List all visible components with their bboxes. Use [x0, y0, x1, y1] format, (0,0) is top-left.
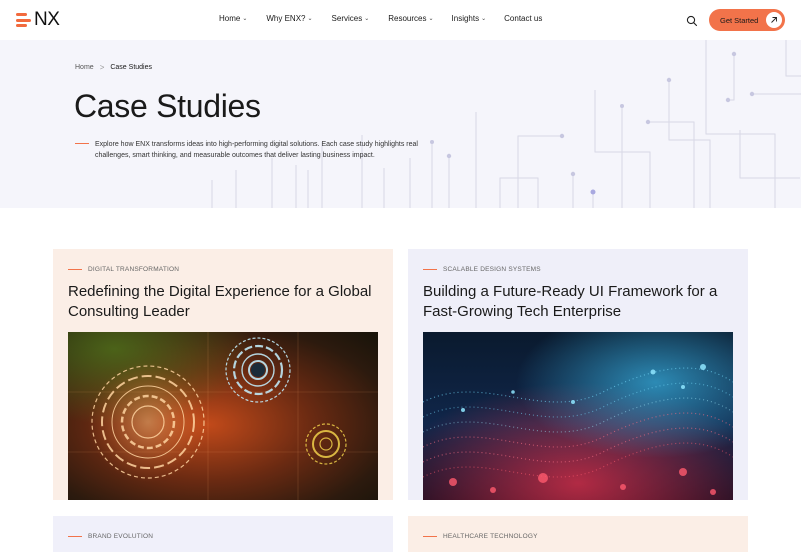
hero-intro-text: Explore how ENX transforms ideas into hi… — [95, 141, 418, 159]
nav-why-enx[interactable]: Why ENX? ⌄ — [266, 14, 312, 23]
tag-dash — [423, 536, 437, 537]
card-title[interactable]: Building a Future-Ready UI Framework for… — [423, 282, 738, 322]
breadcrumb-home-link[interactable]: Home — [75, 64, 94, 71]
case-study-card[interactable]: HEALTHCARE TECHNOLOGY — [408, 516, 748, 552]
breadcrumb: Home > Case Studies — [75, 63, 152, 72]
card-tag: SCALABLE DESIGN SYSTEMS — [423, 266, 541, 273]
card-image-digital-rings[interactable] — [68, 332, 378, 500]
chevron-down-icon: ⌄ — [364, 16, 370, 22]
chevron-down-icon: ⌄ — [307, 16, 313, 22]
tag-dash — [68, 536, 82, 537]
page-title: Case Studies — [74, 88, 261, 124]
card-tag-label: BRAND EVOLUTION — [88, 533, 154, 540]
nav-services-label: Services — [331, 14, 363, 23]
hero-section: Home > Case Studies Case Studies Explore… — [0, 40, 801, 208]
nav-home[interactable]: Home ⌄ — [219, 14, 247, 23]
nav-contact-us-label: Contact us — [504, 14, 543, 23]
card-tag: HEALTHCARE TECHNOLOGY — [423, 533, 538, 540]
enx-logo[interactable]: NX — [16, 9, 60, 30]
logo-text: NX — [34, 9, 60, 30]
chevron-down-icon: ⌄ — [428, 16, 434, 22]
case-study-card[interactable]: SCALABLE DESIGN SYSTEMS Building a Futur… — [408, 249, 748, 500]
breadcrumb-current: Case Studies — [110, 64, 152, 71]
chevron-down-icon: ⌄ — [242, 16, 248, 22]
nav-resources[interactable]: Resources ⌄ — [388, 14, 433, 23]
nav-home-label: Home — [219, 14, 241, 23]
card-tag: DIGITAL TRANSFORMATION — [68, 266, 179, 273]
nav-services[interactable]: Services ⌄ — [332, 14, 370, 23]
case-study-card[interactable]: DIGITAL TRANSFORMATION Redefining the Di… — [53, 249, 393, 500]
logo-mark-icon — [16, 11, 32, 29]
nav-resources-label: Resources — [388, 14, 427, 23]
nav-insights-label: Insights — [451, 14, 480, 23]
card-tag: BRAND EVOLUTION — [68, 533, 153, 540]
card-tag-label: HEALTHCARE TECHNOLOGY — [443, 533, 538, 540]
nav-why-enx-label: Why ENX? — [266, 14, 306, 23]
case-study-card[interactable]: BRAND EVOLUTION — [53, 516, 393, 552]
main-nav: Home ⌄ Why ENX? ⌄ Services ⌄ Resources ⌄ Ins… — [219, 14, 542, 23]
chevron-down-icon: ⌄ — [481, 16, 487, 22]
nav-insights[interactable]: Insights ⌄ — [452, 14, 487, 23]
card-tag-label: SCALABLE DESIGN SYSTEMS — [443, 266, 541, 273]
card-image-particle-wave[interactable] — [423, 332, 733, 500]
tag-dash — [68, 269, 82, 270]
nav-contact-us[interactable]: Contact us — [504, 14, 542, 23]
get-started-button[interactable]: Get Started — [709, 9, 785, 31]
search-icon — [686, 15, 698, 27]
search-button[interactable] — [686, 14, 698, 27]
get-started-label: Get Started — [720, 15, 759, 25]
arrow-up-right-icon — [766, 12, 782, 28]
intro-accent-dash — [75, 143, 89, 144]
card-tag-label: DIGITAL TRANSFORMATION — [88, 266, 180, 273]
tag-dash — [423, 269, 437, 270]
site-header: NX Home ⌄ Why ENX? ⌄ Services ⌄ Resources ⌄ … — [0, 0, 801, 40]
breadcrumb-separator-icon: > — [99, 63, 105, 72]
card-title[interactable]: Redefining the Digital Experience for a … — [68, 282, 383, 322]
